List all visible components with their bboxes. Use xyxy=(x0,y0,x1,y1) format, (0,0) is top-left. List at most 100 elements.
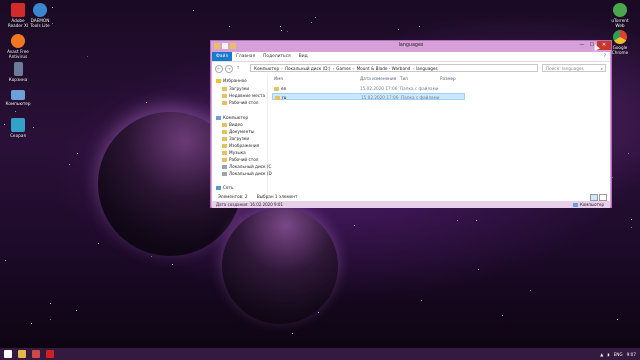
desktop-icon-utorrent[interactable]: uTorrent Web xyxy=(602,3,638,28)
star xyxy=(50,303,51,304)
file-name: en xyxy=(274,85,286,92)
folder-icon xyxy=(222,144,227,148)
tab-view[interactable]: Вид xyxy=(295,52,312,61)
drive-icon xyxy=(222,165,227,169)
file-name-label: en xyxy=(281,86,287,91)
up-button[interactable]: ↑ xyxy=(235,65,241,71)
star xyxy=(476,220,477,221)
desktop-icon-skoraya[interactable]: Скорая xyxy=(0,118,36,138)
file-name-label: ru xyxy=(282,95,287,100)
nav-item-12[interactable]: Локальный диск (D xyxy=(222,170,272,177)
star-icon xyxy=(216,79,221,83)
utorrent-icon xyxy=(613,3,627,17)
skoraya-icon xyxy=(11,118,25,132)
file-date: 15.02.2020 17:06 xyxy=(361,95,399,100)
search-icon[interactable]: ⌕ xyxy=(601,65,603,72)
computer-icon xyxy=(573,203,579,207)
file-name: ru xyxy=(275,94,286,101)
tab-share[interactable]: Поделиться xyxy=(259,52,295,61)
nav-item-label: Локальный диск (C xyxy=(229,164,272,169)
computer-label: Компьютер xyxy=(580,202,604,207)
column-header-name[interactable]: Имя xyxy=(274,76,283,81)
breadcrumb-languages[interactable]: languages xyxy=(416,66,438,71)
file-row[interactable]: en 15.02.2020 17:06 Папка с файлами xyxy=(272,85,465,92)
star xyxy=(69,164,70,165)
tray-network-icon[interactable]: ▲ xyxy=(600,352,603,357)
desktop-icon-recycle-bin[interactable]: Корзина xyxy=(0,62,36,82)
star xyxy=(502,315,503,316)
desktop-icon-label: Компьютер xyxy=(5,101,31,106)
folder-icon xyxy=(275,96,280,100)
star xyxy=(287,31,288,32)
window-title: languages xyxy=(398,43,424,48)
nav-item-label: Загрузки xyxy=(229,86,250,91)
nav-item-7[interactable]: Загрузки xyxy=(222,135,249,142)
tab-file[interactable]: Файл xyxy=(212,52,233,61)
breadcrumb-computer[interactable]: Компьютер xyxy=(254,66,279,71)
selection-count: Выбран 1 элемент xyxy=(256,194,298,199)
forward-button[interactable]: → xyxy=(225,65,233,73)
explorer-taskbar-icon[interactable] xyxy=(18,350,26,358)
nav-item-2[interactable]: Недавние места xyxy=(222,92,265,99)
folder-icon xyxy=(222,158,227,162)
breadcrumb-games[interactable]: Games xyxy=(336,66,351,71)
column-header-type[interactable]: Тип xyxy=(400,76,408,81)
minimize-button[interactable]: — xyxy=(577,41,587,50)
nav-item-label: Документы xyxy=(229,129,255,134)
star xyxy=(77,153,78,154)
nav-item-label: Сеть xyxy=(223,185,234,190)
star xyxy=(172,264,173,265)
tray-volume-icon[interactable]: ◗ xyxy=(607,352,609,357)
star xyxy=(15,111,16,112)
nav-item-label: Видео xyxy=(229,122,243,127)
star xyxy=(478,269,479,270)
search-input[interactable]: Поиск: languages ⌕ xyxy=(542,64,606,72)
explorer-window[interactable]: languages — ☐ ✕ Файл Главная Поделиться … xyxy=(210,40,612,208)
help-icon[interactable]: ? xyxy=(604,52,606,61)
file-list: Имя Дата изменения Тип Размер en 15.02.20… xyxy=(272,74,610,193)
clock[interactable]: 9:07 xyxy=(627,352,636,357)
star xyxy=(354,225,355,226)
nav-item-13[interactable]: Сеть xyxy=(216,184,233,191)
column-header-date[interactable]: Дата изменения xyxy=(360,76,396,81)
address-bar[interactable]: Компьютер › Локальный диск (D:) › Games › Moun… xyxy=(250,64,538,72)
details-view-icon[interactable] xyxy=(590,194,598,201)
file-row[interactable]: ru 15.02.2020 17:06 Папка с файлами xyxy=(272,93,465,100)
media-player-taskbar-icon[interactable] xyxy=(32,350,40,358)
nav-item-8[interactable]: Изображения xyxy=(222,142,259,149)
ribbon-tabs: Файл Главная Поделиться Вид ? xyxy=(212,52,610,61)
back-button[interactable]: ← xyxy=(215,65,223,73)
nav-item-4[interactable]: Компьютер xyxy=(216,114,248,121)
navigation-pane: Избранное Загрузки Недавние места Рабочий с… xyxy=(212,74,272,193)
nav-item-1[interactable]: Загрузки xyxy=(222,85,249,92)
star xyxy=(398,29,399,30)
star xyxy=(98,243,99,244)
nav-item-0[interactable]: Избранное xyxy=(216,77,247,84)
file-date: 15.02.2020 17:06 xyxy=(360,86,398,91)
wallpaper-planet-small xyxy=(222,208,338,324)
breadcrumb-mount-blade[interactable]: Mount & Blade - Warband xyxy=(357,66,411,71)
nav-item-10[interactable]: Рабочий стол xyxy=(222,156,258,163)
breadcrumb-drive-d[interactable]: Локальный диск (D:) xyxy=(285,66,331,71)
star xyxy=(229,26,230,27)
nav-item-9[interactable]: Музыка xyxy=(222,149,246,156)
nav-item-3[interactable]: Рабочий стол xyxy=(222,99,258,106)
title-bar[interactable]: languages — ☐ ✕ xyxy=(211,41,611,52)
desktop-icon-daemon-tools[interactable]: DAEMON Tools Lite xyxy=(22,3,58,28)
large-icons-view-icon[interactable] xyxy=(599,194,607,201)
computer-icon xyxy=(11,90,25,100)
column-header-size[interactable]: Размер xyxy=(440,76,456,81)
opera-taskbar-icon[interactable] xyxy=(46,350,54,358)
star xyxy=(631,227,632,228)
nav-item-label: Рабочий стол xyxy=(229,157,259,162)
star xyxy=(50,319,51,320)
language-indicator[interactable]: ENG xyxy=(614,352,623,357)
start-icon[interactable] xyxy=(4,350,12,358)
desktop-icon-computer[interactable]: Компьютер xyxy=(0,90,36,106)
nav-item-6[interactable]: Документы xyxy=(222,128,254,135)
tab-home[interactable]: Главная xyxy=(232,52,259,61)
nav-item-5[interactable]: Видео xyxy=(222,121,243,128)
nav-item-11[interactable]: Локальный диск (C xyxy=(222,163,271,170)
folder-icon xyxy=(222,87,227,91)
desktop-icon-avast[interactable]: Avast Free Antivirus xyxy=(0,34,36,59)
